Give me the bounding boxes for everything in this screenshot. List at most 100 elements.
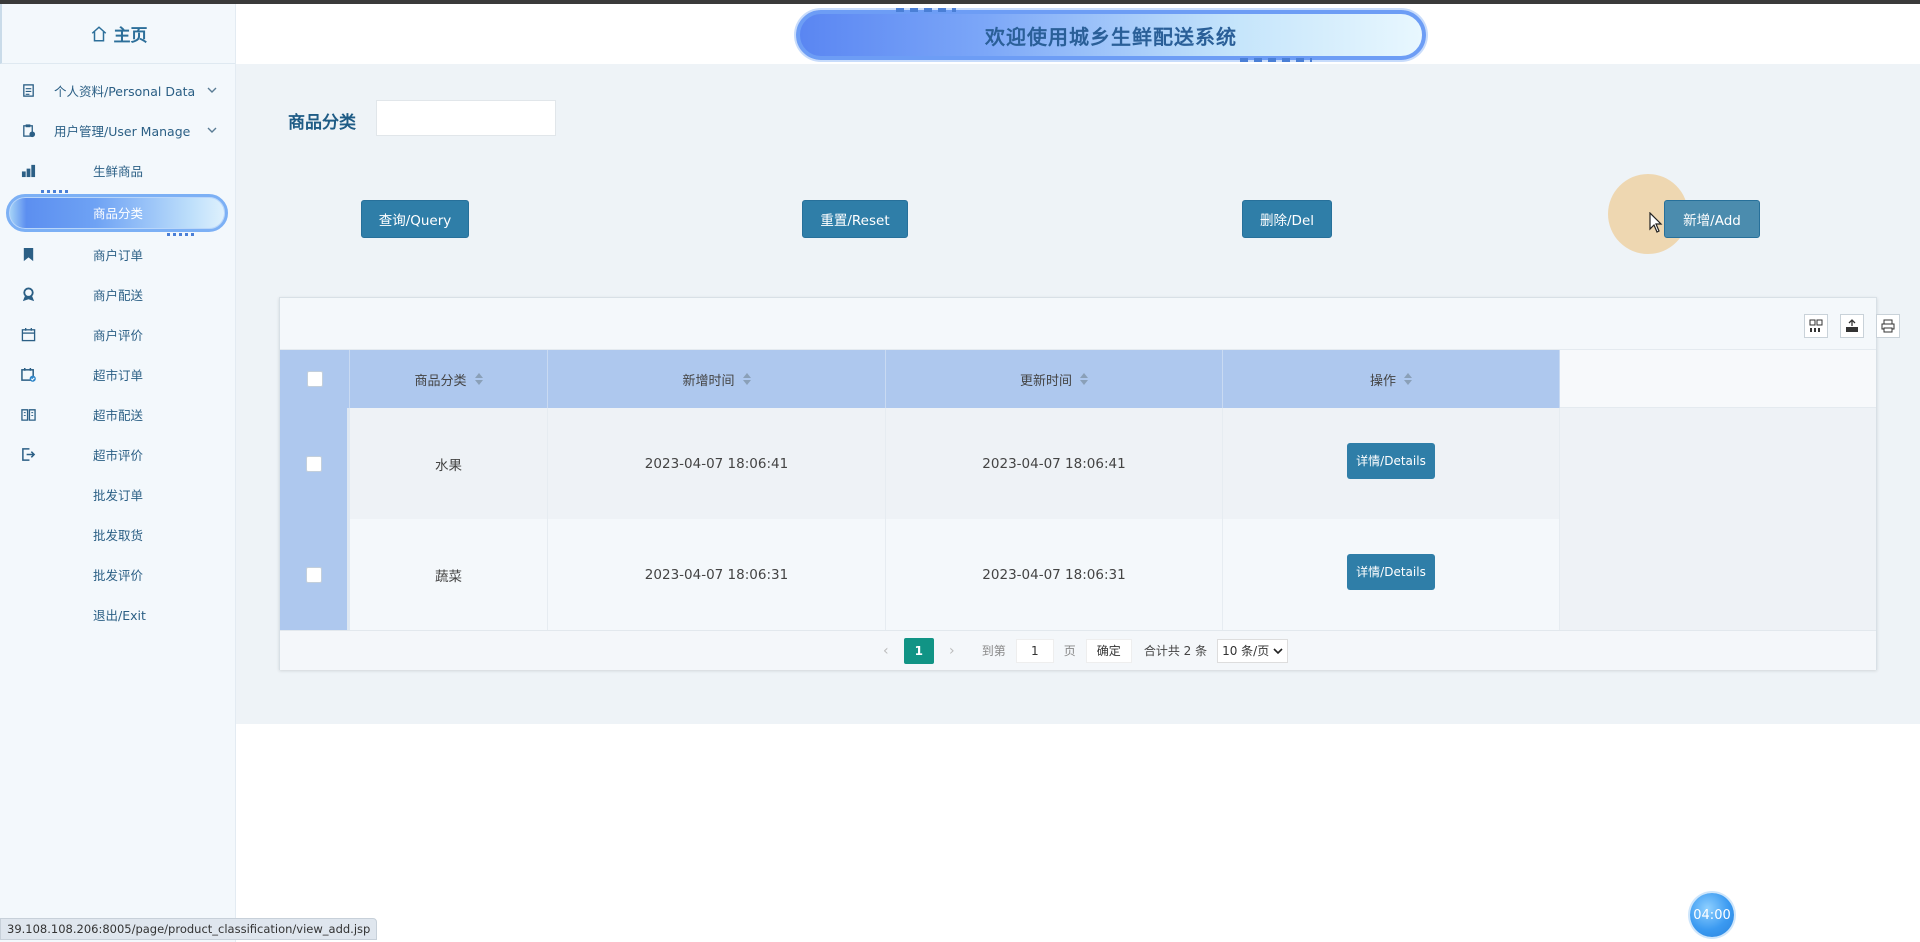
- sidebar-item-exit[interactable]: 退出/Exit: [0, 594, 235, 634]
- exit-icon: [20, 446, 36, 462]
- sidebar-item-supermarket-orders[interactable]: 超市订单: [0, 354, 235, 394]
- sidebar-item-wholesale-reviews[interactable]: 批发评价: [0, 554, 235, 594]
- status-bar-url: 39.108.108.206:8005/page/product_classif…: [0, 918, 378, 940]
- mouse-cursor-icon: [1649, 212, 1663, 233]
- clipboard-user-icon: [20, 122, 36, 138]
- main-content: 商品分类 查询/Query 重置/Reset 删除/Del 新增/Add 商品分…: [236, 64, 1920, 724]
- sidebar-item-fresh-goods[interactable]: 生鲜商品: [0, 150, 235, 190]
- sidebar-item-personal-data[interactable]: 个人资料/Personal Data: [0, 70, 235, 110]
- page-size-value: 10 条/页: [1222, 644, 1270, 658]
- cell-category: 水果: [350, 408, 548, 519]
- export-icon: [1846, 319, 1858, 332]
- column-header-category[interactable]: 商品分类: [350, 350, 548, 408]
- grid-icon: [1809, 319, 1823, 332]
- table-header-filler: [1560, 350, 1876, 408]
- table-card: 商品分类 新增时间 更新时间 操作 水果 2023-04-07 18:06:41: [279, 297, 1900, 670]
- award-icon: [20, 286, 36, 302]
- stats-icon: [20, 162, 36, 178]
- table-row: 水果 2023-04-07 18:06:41 2023-04-07 18:06:…: [280, 408, 1876, 519]
- sidebar-item-label: 退出/Exit: [93, 607, 146, 623]
- row-checkbox[interactable]: [305, 566, 322, 583]
- category-filter-input[interactable]: [376, 100, 556, 136]
- sidebar-item-label: 批发取货: [93, 527, 144, 543]
- row-checkbox[interactable]: [305, 455, 322, 472]
- sidebar-item-user-manage[interactable]: 用户管理/User Manage: [0, 110, 235, 150]
- sort-icon: [1080, 373, 1088, 385]
- column-header-updated[interactable]: 更新时间: [886, 350, 1223, 408]
- cell-created: 2023-04-07 18:06:41: [548, 408, 886, 519]
- home-label: 主页: [113, 26, 148, 46]
- row-filler: [1560, 519, 1876, 630]
- select-all-checkbox[interactable]: [306, 371, 323, 387]
- table-header: 商品分类 新增时间 更新时间 操作: [280, 350, 1560, 408]
- document-icon: [20, 82, 36, 98]
- page-size-select[interactable]: 10 条/页: [1217, 638, 1289, 663]
- print-icon: [1881, 319, 1895, 333]
- total-count: 合计共 2 条: [1143, 644, 1208, 658]
- sidebar-item-label: 超市评价: [93, 447, 144, 463]
- calendar-icon: [20, 326, 36, 342]
- sidebar-item-label: 批发评价: [93, 567, 144, 583]
- sidebar-item-merchant-delivery[interactable]: 商户配送: [0, 274, 235, 314]
- prev-page-icon[interactable]: ‹: [876, 643, 896, 659]
- column-filter-button[interactable]: [1804, 314, 1828, 338]
- sidebar-item-label: 用户管理/User Manage: [54, 123, 191, 139]
- sidebar-item-merchant-reviews[interactable]: 商户评价: [0, 314, 235, 354]
- details-button[interactable]: 详情/Details: [1347, 442, 1435, 479]
- cell-updated: 2023-04-07 18:06:31: [886, 519, 1223, 630]
- print-button[interactable]: [1876, 314, 1900, 338]
- sidebar-item-wholesale-orders[interactable]: 批发订单: [0, 474, 235, 514]
- banner-decoration: [896, 8, 956, 12]
- table-body: 水果 2023-04-07 18:06:41 2023-04-07 18:06:…: [280, 408, 1876, 630]
- query-button[interactable]: 查询/Query: [361, 200, 469, 238]
- chevron-down-icon: [207, 87, 217, 93]
- calendar-check-icon: [20, 366, 36, 382]
- chevron-down-icon: [1273, 647, 1283, 654]
- column-header-actions[interactable]: 操作: [1223, 350, 1560, 408]
- sidebar-item-wholesale-pickup[interactable]: 批发取货: [0, 514, 235, 554]
- current-page[interactable]: 1: [903, 637, 934, 664]
- sidebar-item-supermarket-delivery[interactable]: 超市配送: [0, 394, 235, 434]
- row-filler: [1560, 408, 1876, 519]
- sidebar-item-label: 超市配送: [93, 407, 144, 423]
- sort-icon: [742, 373, 751, 385]
- goto-label: 到第: [981, 644, 1006, 658]
- sidebar-menu: 个人资料/Personal Data 用户管理/User Manage 生鲜商品…: [0, 70, 235, 634]
- add-button[interactable]: 新增/Add: [1664, 200, 1760, 238]
- sidebar-item-label: 商户评价: [93, 327, 144, 343]
- goto-confirm-button[interactable]: 确定: [1085, 638, 1132, 663]
- cell-actions: 详情/Details: [1223, 519, 1560, 630]
- details-button[interactable]: 详情/Details: [1347, 553, 1435, 590]
- sidebar-item-product-category[interactable]: 商品分类: [0, 190, 235, 236]
- column-header-label: 新增时间: [682, 373, 735, 389]
- column-header-label: 商品分类: [414, 373, 467, 389]
- delete-button[interactable]: 删除/Del: [1242, 200, 1332, 238]
- cell-updated: 2023-04-07 18:06:41: [886, 408, 1223, 519]
- cell-created: 2023-04-07 18:06:31: [548, 519, 886, 630]
- page-unit-label: 页: [1063, 644, 1076, 658]
- book-icon: [20, 406, 36, 422]
- welcome-banner: 欢迎使用城乡生鲜配送系统: [796, 8, 1426, 62]
- home-icon: [91, 25, 106, 41]
- page-number-input[interactable]: 1: [1015, 638, 1054, 663]
- export-button[interactable]: [1840, 314, 1864, 338]
- timer-badge[interactable]: 04:00: [1690, 893, 1734, 937]
- sidebar-item-label: 商户配送: [93, 287, 144, 303]
- sidebar-item-label: 超市订单: [93, 367, 144, 383]
- bookmark-icon: [20, 246, 36, 262]
- sidebar-item-merchant-orders[interactable]: 商户订单: [0, 234, 235, 274]
- column-header-created[interactable]: 新增时间: [548, 350, 886, 408]
- table-toolbar: [280, 298, 1900, 350]
- banner-title: 欢迎使用城乡生鲜配送系统: [985, 24, 1237, 49]
- sort-icon: [1404, 373, 1412, 385]
- home-link[interactable]: 主页: [0, 4, 235, 64]
- sort-icon: [474, 373, 483, 385]
- sidebar-item-supermarket-reviews[interactable]: 超市评价: [0, 434, 235, 474]
- header: 欢迎使用城乡生鲜配送系统: [236, 4, 1920, 64]
- reset-button[interactable]: 重置/Reset: [802, 200, 908, 238]
- sidebar-item-label: 生鲜商品: [93, 163, 144, 179]
- sidebar-item-label: 商品分类: [93, 205, 144, 221]
- next-page-icon[interactable]: ›: [942, 643, 962, 659]
- column-header-label: 操作: [1369, 373, 1396, 389]
- sidebar: 主页 个人资料/Personal Data 用户管理/User Manage 生…: [0, 4, 236, 942]
